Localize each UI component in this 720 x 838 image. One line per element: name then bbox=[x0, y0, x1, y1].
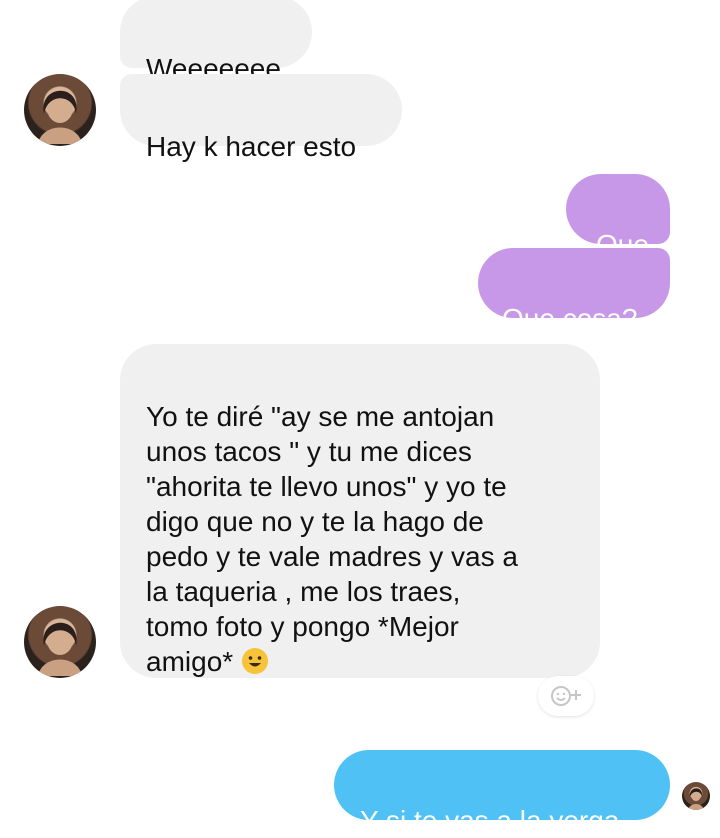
seen-avatar bbox=[682, 782, 710, 810]
avatar-image bbox=[38, 90, 82, 144]
outgoing-message[interactable]: Que cosa? bbox=[478, 248, 670, 334]
add-reaction-icon bbox=[551, 686, 581, 706]
outgoing-message[interactable]: Y si te vas a la verga bbox=[334, 750, 670, 836]
avatar-image bbox=[38, 622, 82, 676]
incoming-message[interactable]: Weeeeeee bbox=[120, 0, 312, 84]
message-text: Yo te diré "ay se me antojan unos tacos … bbox=[146, 401, 518, 677]
incoming-message[interactable]: Yo te diré "ay se me antojan unos tacos … bbox=[120, 344, 600, 678]
outgoing-message[interactable]: Que bbox=[566, 174, 670, 260]
message-text: Que cosa? bbox=[502, 303, 638, 334]
avatar-image bbox=[688, 788, 704, 810]
smiling-face-icon bbox=[241, 647, 269, 675]
incoming-message[interactable]: Hay k hacer esto bbox=[120, 74, 402, 162]
sender-avatar[interactable] bbox=[24, 74, 96, 146]
message-text: Hay k hacer esto bbox=[146, 131, 357, 162]
add-reaction-button[interactable] bbox=[538, 676, 594, 716]
message-text: Y si te vas a la verga bbox=[360, 805, 620, 836]
sender-avatar[interactable] bbox=[24, 606, 96, 678]
